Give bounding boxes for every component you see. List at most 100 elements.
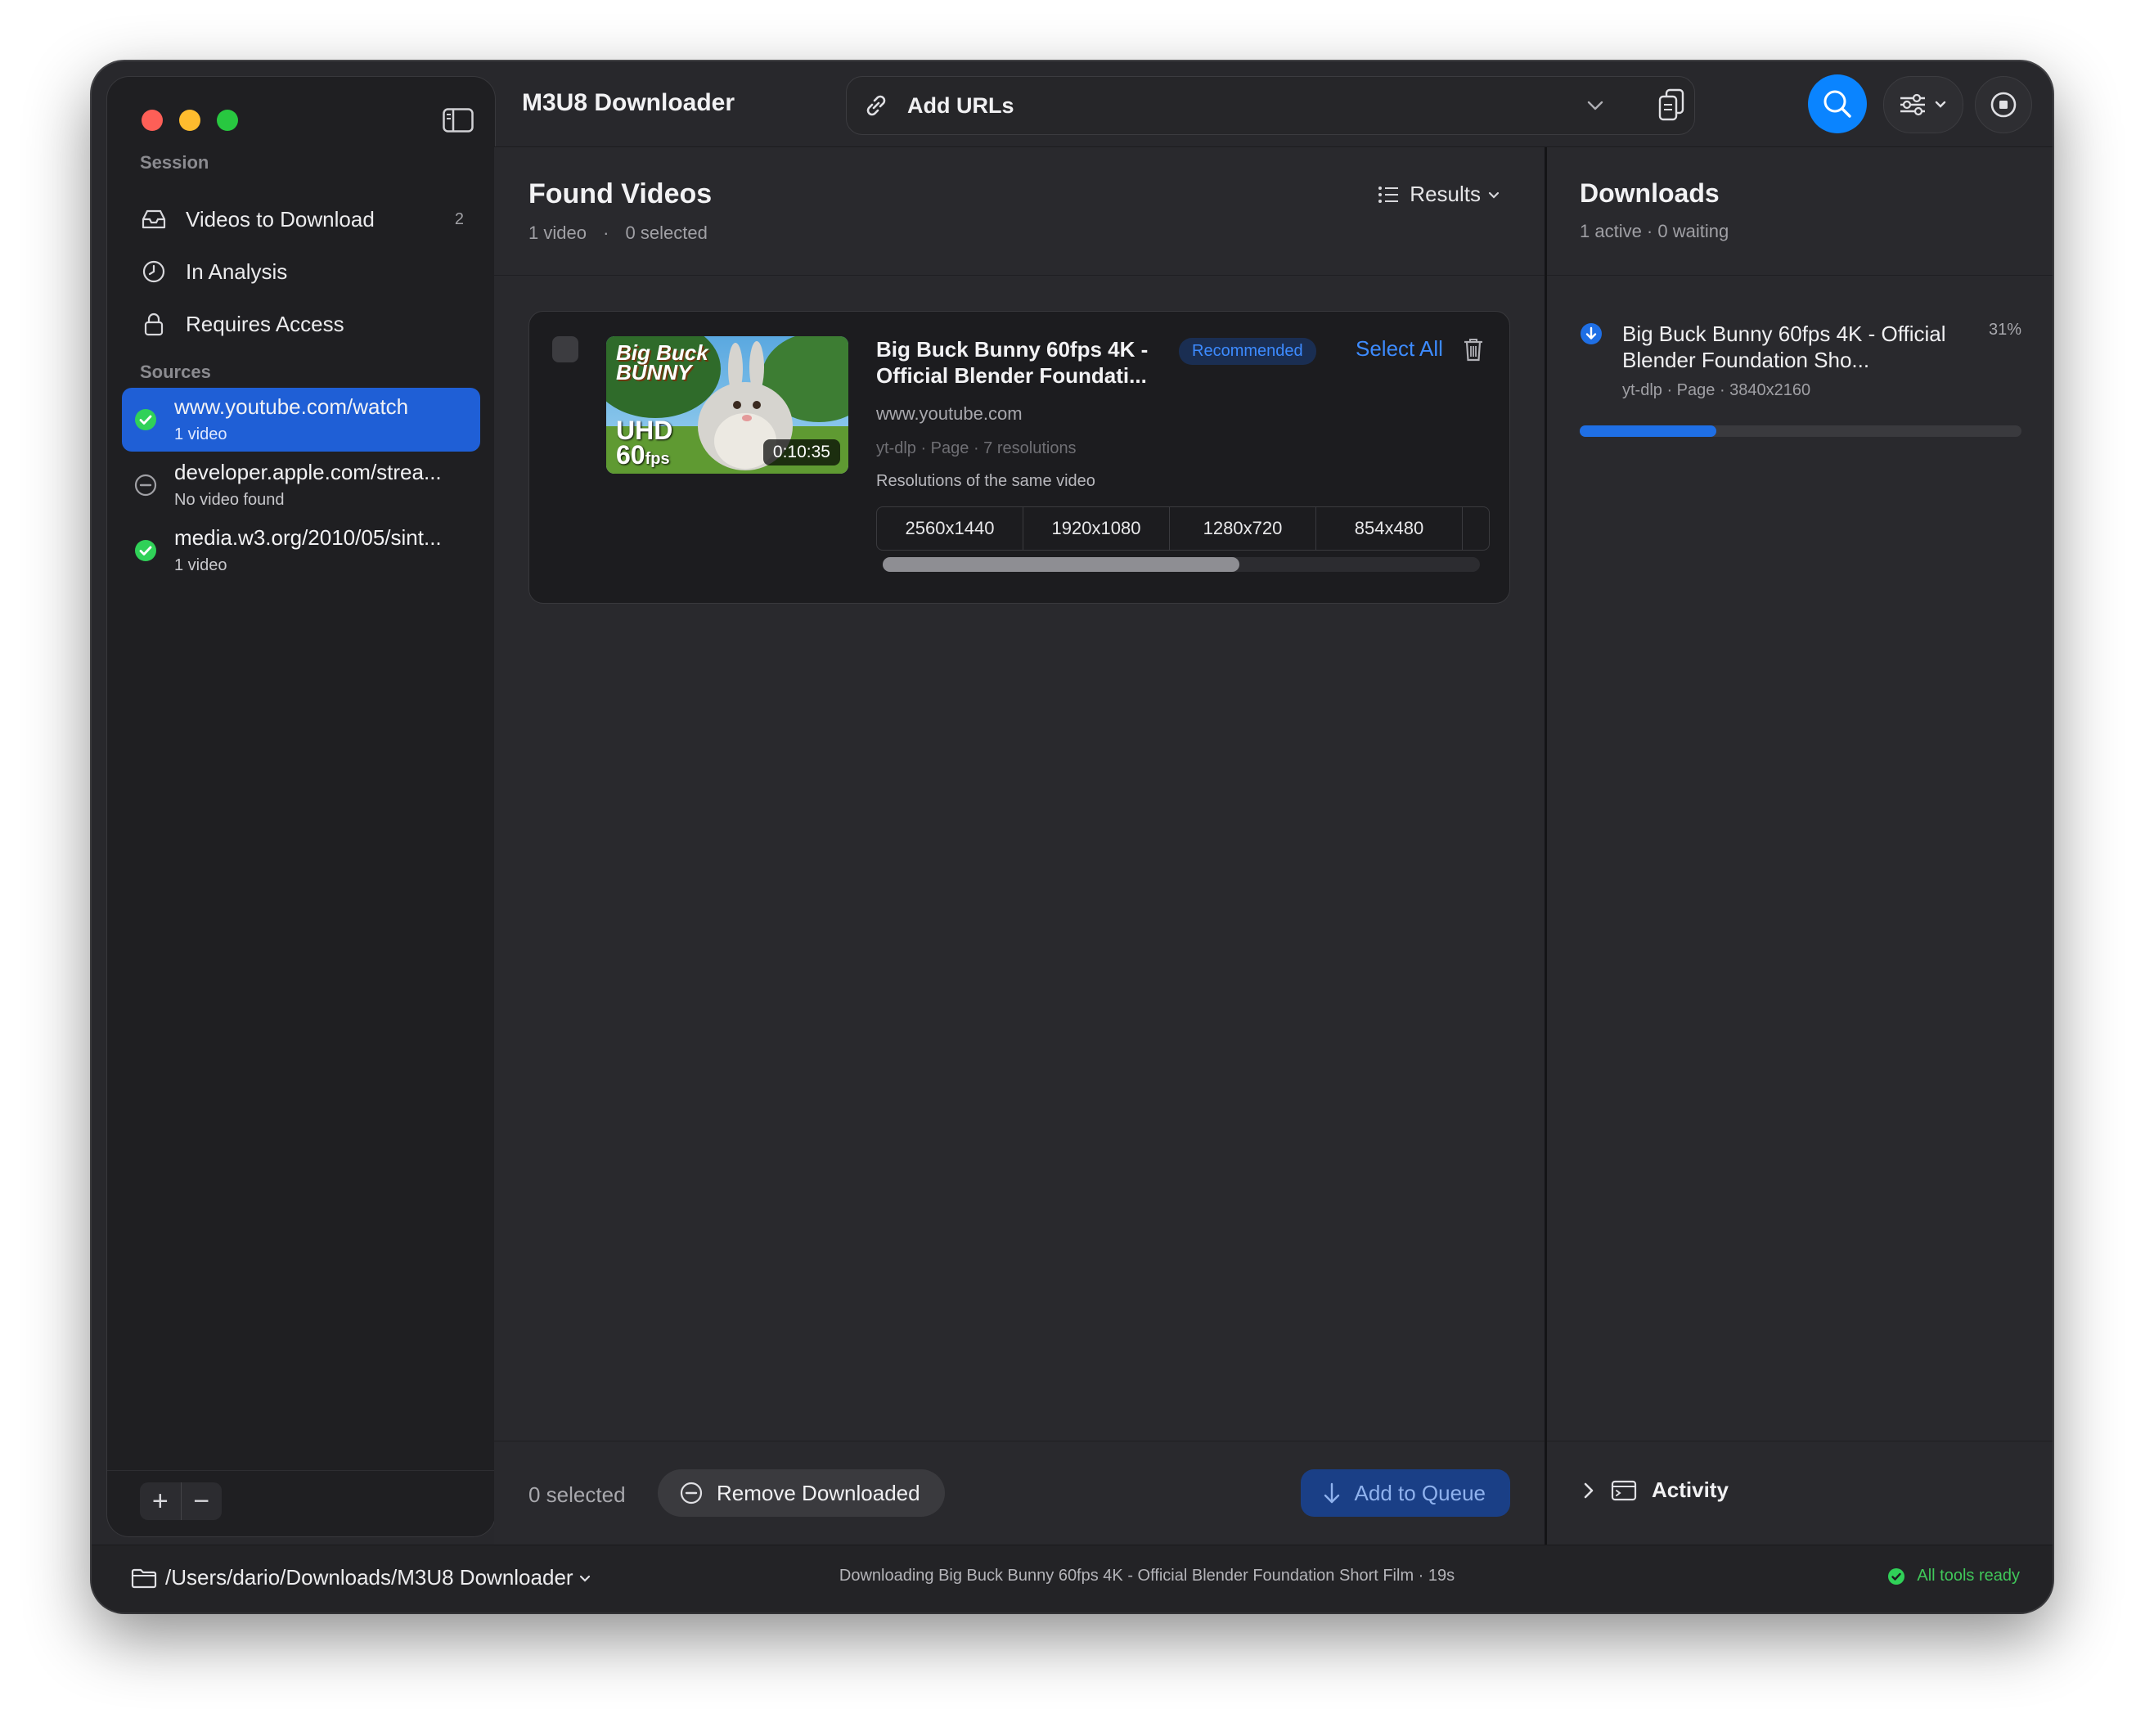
sidebar-item-in-analysis[interactable]: In Analysis bbox=[122, 249, 480, 295]
stop-button[interactable] bbox=[1975, 76, 2032, 133]
source-url: media.w3.org/2010/05/sint... bbox=[174, 525, 442, 550]
trash-icon[interactable] bbox=[1462, 336, 1485, 362]
output-folder-path: /Users/dario/Downloads/M3U8 Downloader bbox=[165, 1565, 573, 1590]
search-button[interactable] bbox=[1808, 74, 1867, 133]
clock-icon bbox=[140, 258, 168, 286]
minimize-window-button[interactable] bbox=[179, 110, 200, 131]
download-progress-bar bbox=[1580, 425, 2021, 437]
checkmark-circle-icon bbox=[1888, 1567, 1905, 1585]
source-item-youtube[interactable]: www.youtube.com/watch 1 video bbox=[122, 388, 480, 452]
search-icon bbox=[1823, 90, 1851, 118]
resolutions-label: Resolutions of the same video bbox=[876, 472, 1095, 490]
minus-circle-icon bbox=[133, 473, 158, 497]
sidebar-toggle-icon[interactable] bbox=[443, 108, 474, 133]
results-menu-button[interactable]: Results bbox=[1377, 182, 1502, 207]
activity-label: Activity bbox=[1652, 1477, 1729, 1502]
resolution-option[interactable]: 2560x1440 bbox=[877, 507, 1023, 550]
video-duration: 0:10:35 bbox=[762, 439, 840, 465]
activity-disclosure-button[interactable]: Activity bbox=[1580, 1477, 1729, 1503]
remove-downloaded-label: Remove Downloaded bbox=[717, 1480, 920, 1505]
found-videos-panel: Found Videos 1 video · 0 selected Result… bbox=[494, 147, 1545, 1545]
app-window: Session Videos to Download 2 In Analysis… bbox=[92, 61, 2053, 1612]
sidebar-footer: + − bbox=[107, 1470, 495, 1536]
status-bar: /Users/dario/Downloads/M3U8 Downloader D… bbox=[92, 1545, 2053, 1612]
download-percent: 31% bbox=[1988, 321, 2021, 339]
source-url: developer.apple.com/strea... bbox=[174, 460, 442, 484]
add-remove-control: + − bbox=[140, 1482, 222, 1520]
selected-count: 0 selected bbox=[625, 223, 708, 243]
resolution-option[interactable]: 1920x1080 bbox=[1023, 507, 1170, 550]
resolution-option[interactable]: 1280x720 bbox=[1170, 507, 1316, 550]
download-progress-fill bbox=[1580, 425, 1717, 437]
sidebar-item-label: Videos to Download bbox=[186, 206, 375, 232]
sidebar-item-requires-access[interactable]: Requires Access bbox=[122, 301, 480, 347]
activity-footer: Activity bbox=[1547, 1441, 2053, 1545]
select-all-button[interactable]: Select All bbox=[1356, 336, 1443, 362]
downloads-header: Downloads 1 active · 0 waiting bbox=[1547, 147, 2053, 276]
stop-circle-icon bbox=[1990, 92, 2017, 118]
footer-selected-count: 0 selected bbox=[528, 1482, 626, 1507]
sidebar-item-videos-to-download[interactable]: Videos to Download 2 bbox=[122, 196, 480, 242]
source-url: www.youtube.com/watch bbox=[174, 394, 409, 419]
add-to-queue-button[interactable]: Add to Queue bbox=[1300, 1469, 1510, 1517]
chevron-down-icon bbox=[579, 1575, 590, 1582]
zoom-window-button[interactable] bbox=[217, 110, 238, 131]
source-status: No video found bbox=[174, 491, 285, 509]
download-meta: yt-dlp · Page · 3840x2160 bbox=[1622, 381, 1811, 399]
downloads-title: Downloads bbox=[1580, 178, 1720, 208]
video-host: www.youtube.com bbox=[876, 403, 1023, 424]
close-window-button[interactable] bbox=[142, 110, 163, 131]
thumbnail-quality-text: UHD 60fps bbox=[616, 416, 673, 470]
sidebar-item-label: In Analysis bbox=[186, 259, 288, 284]
found-videos-footer: 0 selected Remove Downloaded Add to Queu… bbox=[494, 1441, 1545, 1545]
video-card[interactable]: Big Buck BUNNY UHD 60fps 0:10:35 Big Buc… bbox=[528, 311, 1510, 604]
video-thumbnail: Big Buck BUNNY UHD 60fps 0:10:35 bbox=[606, 336, 848, 474]
sources-section-label: Sources bbox=[140, 362, 211, 382]
video-title: Big Buck Bunny 60fps 4K - Official Blend… bbox=[876, 337, 1149, 388]
link-icon bbox=[861, 91, 891, 120]
status-message: Downloading Big Buck Bunny 60fps 4K - Of… bbox=[839, 1567, 1455, 1585]
panel-subtitle: 1 video · 0 selected bbox=[528, 223, 708, 244]
download-title: Big Buck Bunny 60fps 4K - Official Blend… bbox=[1622, 322, 1946, 372]
scrollbar-thumb[interactable] bbox=[883, 557, 1239, 572]
video-count: 1 video bbox=[528, 223, 587, 243]
add-to-queue-label: Add to Queue bbox=[1354, 1480, 1486, 1505]
checkmark-circle-icon bbox=[133, 538, 158, 563]
resolutions-scrollbar[interactable] bbox=[883, 557, 1480, 572]
remove-downloaded-button[interactable]: Remove Downloaded bbox=[658, 1469, 945, 1517]
chevron-down-icon bbox=[1488, 191, 1500, 199]
chevron-right-icon bbox=[1584, 1482, 1594, 1498]
source-item-apple[interactable]: developer.apple.com/strea... No video fo… bbox=[122, 453, 480, 517]
checkmark-circle-icon bbox=[133, 407, 158, 432]
source-status: 1 video bbox=[174, 425, 227, 443]
chevron-down-icon[interactable] bbox=[1583, 93, 1608, 118]
sliders-icon bbox=[1900, 93, 1946, 116]
remove-source-button[interactable]: − bbox=[180, 1482, 223, 1520]
results-label: Results bbox=[1410, 182, 1481, 206]
settings-menu-button[interactable] bbox=[1883, 76, 1963, 133]
arrow-down-icon bbox=[1324, 1482, 1339, 1504]
toolbar: M3U8 Downloader Add URLs bbox=[494, 61, 2053, 147]
list-icon bbox=[1378, 186, 1399, 203]
separator: · bbox=[603, 223, 609, 243]
thumbnail-title-text: Big Buck BUNNY bbox=[616, 340, 708, 385]
paste-clipboard-icon[interactable] bbox=[1655, 87, 1688, 124]
add-source-button[interactable]: + bbox=[140, 1482, 181, 1520]
downloads-summary: 1 active · 0 waiting bbox=[1580, 221, 1729, 241]
sidebar-item-label: Requires Access bbox=[186, 311, 344, 336]
resolution-option[interactable]: 854x480 bbox=[1316, 507, 1463, 550]
output-folder-button[interactable]: /Users/dario/Downloads/M3U8 Downloader bbox=[131, 1565, 593, 1590]
video-meta: yt-dlp · Page · 7 resolutions bbox=[876, 439, 1077, 457]
sidebar: Session Videos to Download 2 In Analysis… bbox=[106, 76, 496, 1537]
url-input[interactable]: Add URLs bbox=[846, 76, 1695, 135]
video-select-checkbox[interactable] bbox=[552, 336, 578, 362]
minus-circle-icon bbox=[680, 1482, 703, 1504]
session-section-label: Session bbox=[140, 152, 209, 173]
source-status: 1 video bbox=[174, 556, 227, 574]
resolutions-list: 2560x1440 1920x1080 1280x720 854x480 bbox=[876, 506, 1490, 551]
source-item-w3[interactable]: media.w3.org/2010/05/sint... 1 video bbox=[122, 519, 480, 582]
lock-icon bbox=[140, 310, 168, 338]
downloads-panel: Downloads 1 active · 0 waiting Big Buck … bbox=[1545, 147, 2053, 1545]
app-title: M3U8 Downloader bbox=[522, 89, 735, 116]
tray-icon bbox=[140, 205, 168, 233]
